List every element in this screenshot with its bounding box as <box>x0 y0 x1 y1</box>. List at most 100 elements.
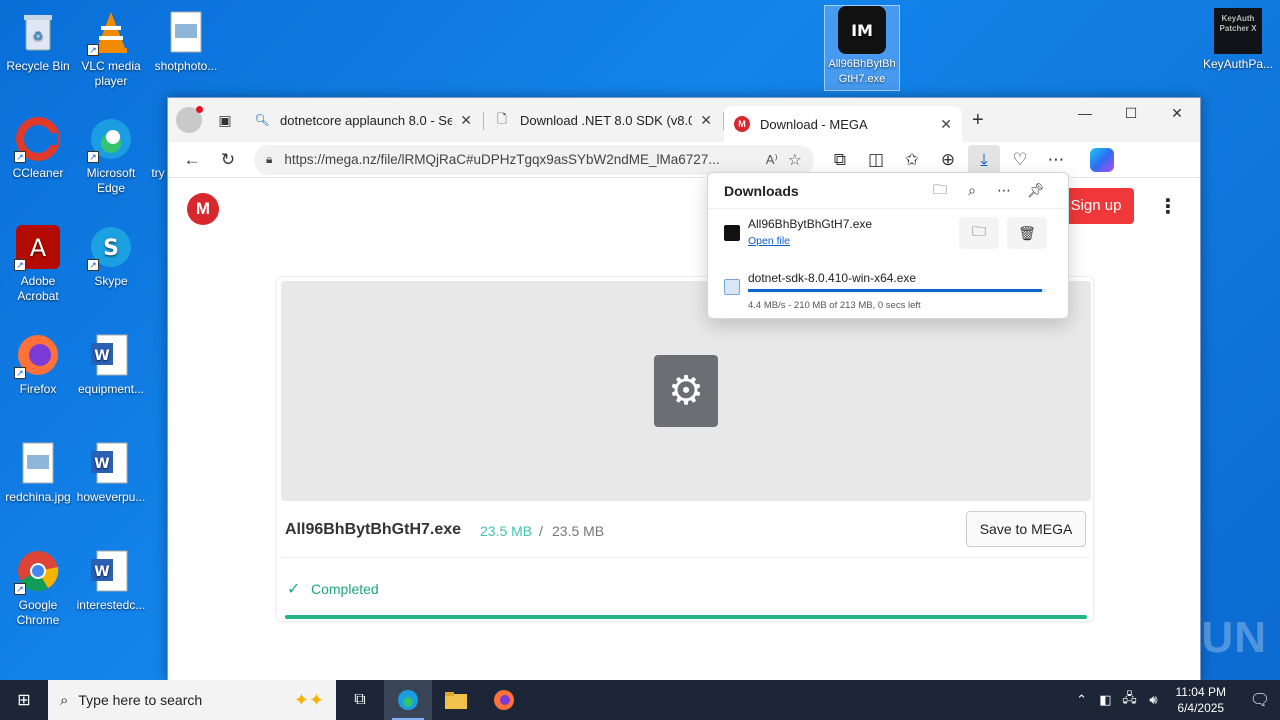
download-progress-bar <box>748 289 1046 292</box>
desktop-icon-label: Adobe Acrobat <box>17 274 59 303</box>
downloads-panel: Downloads 🗀 ⌕ ⋯ 📌︎ All96BhBytBhGtH7.exe … <box>707 172 1069 319</box>
desktop-icon-label: interestedc... <box>76 598 146 612</box>
taskbar-file-explorer-icon[interactable] <box>432 680 480 720</box>
url-text[interactable]: https://mega.nz/file/lRMQjRaC#uDPHzTgqx9… <box>284 152 755 167</box>
lock-icon[interactable]: 🔒︎ <box>266 152 272 167</box>
shortcut-arrow-icon: ↗ <box>14 367 26 379</box>
back-arrow-icon[interactable]: ← <box>176 145 208 175</box>
clock-date: 6/4/2025 <box>1177 701 1225 715</box>
image-file-icon <box>162 8 210 56</box>
divider <box>281 557 1091 558</box>
browser-essentials-icon[interactable]: ♡ <box>1004 145 1036 175</box>
download-file-name: dotnet-sdk-8.0.410-win-x64.exe <box>748 271 917 285</box>
gear-icon: ⚙ <box>654 355 718 427</box>
desktop-icon-howeverpu[interactable]: W howeverpu... <box>73 439 149 505</box>
search-icon[interactable]: ⌕ <box>956 182 988 199</box>
downloads-icon[interactable]: ⤓ <box>968 144 1000 175</box>
save-to-mega-button[interactable]: Save to MEGA <box>966 511 1086 547</box>
desktop-icon-firefox[interactable]: ↗ Firefox <box>0 331 76 397</box>
tab-actions-icon[interactable]: ▣ <box>210 105 240 135</box>
image-file-icon <box>14 439 62 487</box>
close-window-icon[interactable]: ✕ <box>1154 98 1200 128</box>
download-item[interactable]: dotnet-sdk-8.0.410-win-x64.exe 4.4 MB/s … <box>708 263 1068 317</box>
split-screen-icon[interactable]: ◫ <box>860 145 892 175</box>
desktop-icon-chrome[interactable]: ↗ Google Chrome <box>0 547 76 628</box>
desktop-icon-exe-selected[interactable]: IM All96BhBytBhGtH7.exe <box>824 5 900 91</box>
desktop-icon-shotphoto[interactable]: shotphoto... <box>148 8 224 74</box>
show-in-folder-icon[interactable]: 🗀 <box>959 217 999 249</box>
taskbar: ⊞ ⌕ Type here to search ✦✦ ⧉ ⌃ ◧ 🖧︎ 🔊︎ 1… <box>0 680 1280 720</box>
windows-start-icon[interactable]: ⊞ <box>0 680 48 720</box>
favorite-star-icon[interactable]: ☆ <box>788 150 802 170</box>
shortcut-arrow-icon: ↗ <box>87 151 99 163</box>
desktop-icon-label: Firefox <box>19 382 57 396</box>
desktop-icon-keyauth[interactable]: KeyAuth Patcher X KeyAuthPa... <box>1200 8 1276 72</box>
new-tab-button[interactable]: + <box>972 109 984 132</box>
profile-avatar[interactable] <box>176 106 203 133</box>
desktop-icon-recycle-bin[interactable]: ♻ Recycle Bin <box>0 8 76 74</box>
tab-dotnet[interactable]: 🗋 Download .NET 8.0 SDK (v8.0.410 ✕ <box>484 104 724 136</box>
tab-mega[interactable]: M Download - MEGA ✕ <box>724 106 962 142</box>
copilot-icon[interactable] <box>1090 147 1114 172</box>
desktop-icon-label: Skype <box>94 274 128 288</box>
maximize-icon[interactable]: ☐ <box>1108 98 1154 128</box>
download-status: Completed <box>311 581 379 597</box>
taskbar-edge-icon[interactable] <box>384 680 432 720</box>
shortcut-arrow-icon: ↗ <box>87 44 99 56</box>
clock[interactable]: 11:04 PM 6/4/2025 <box>1176 684 1226 716</box>
volume-icon[interactable]: 🔊︎ <box>1142 692 1166 708</box>
mega-logo[interactable]: M <box>187 193 219 225</box>
open-folder-icon[interactable]: 🗀 <box>924 179 956 203</box>
svg-text:S: S <box>103 236 119 261</box>
chevron-up-icon[interactable]: ⌃ <box>1070 692 1094 708</box>
open-file-link[interactable]: Open file <box>748 235 790 247</box>
more-menu-icon[interactable]: ⋯ <box>1040 145 1072 175</box>
extensions-icon[interactable]: ⧉ <box>824 145 856 175</box>
app-exe-icon: IM <box>838 6 886 54</box>
desktop-icon-redchina[interactable]: redchina.jpg <box>0 439 76 505</box>
refresh-icon[interactable]: ↻ <box>212 145 244 175</box>
close-icon[interactable]: ✕ <box>700 112 712 129</box>
download-item[interactable]: All96BhBytBhGtH7.exe Open file 🗀 🗑︎ <box>708 209 1068 263</box>
desktop-icon-label: CCleaner <box>12 166 64 180</box>
collections-icon[interactable]: ⊕ <box>932 145 964 175</box>
progress-fill <box>285 615 1087 619</box>
read-aloud-icon[interactable]: A⁾ <box>766 152 778 168</box>
desktop-icon-edge[interactable]: ↗ Microsoft Edge <box>73 115 149 196</box>
search-highlight-icon: ✦✦ <box>293 689 324 710</box>
desktop-icon-try[interactable]: try <box>148 115 168 181</box>
taskbar-firefox-icon[interactable] <box>480 680 528 720</box>
desktop-icon-vlc[interactable]: ↗ VLC media player <box>73 8 149 89</box>
desktop-icon-skype[interactable]: S ↗ Skype <box>73 223 149 289</box>
more-options-icon[interactable]: ⋯ <box>988 182 1020 199</box>
pin-icon[interactable]: 📌︎ <box>1020 182 1052 199</box>
kebab-menu-icon[interactable]: ⋮ <box>1158 194 1178 219</box>
tab-title: Download - MEGA <box>760 116 868 132</box>
shortcut-arrow-icon: ↗ <box>14 151 26 163</box>
network-icon[interactable]: 🖧︎ <box>1118 689 1142 711</box>
desktop-icon-ccleaner[interactable]: ↗ CCleaner <box>0 115 76 181</box>
minimize-icon[interactable]: — <box>1062 98 1108 128</box>
favorites-icon[interactable]: ✩ <box>896 145 928 175</box>
taskbar-search[interactable]: ⌕ Type here to search ✦✦ <box>48 680 336 720</box>
address-bar[interactable]: 🔒︎ https://mega.nz/file/lRMQjRaC#uDPHzTg… <box>254 144 814 175</box>
delete-icon[interactable]: 🗑︎ <box>1007 217 1047 249</box>
task-view-icon[interactable]: ⧉ <box>336 680 384 720</box>
sign-up-button[interactable]: Sign up <box>1058 188 1134 224</box>
downloads-title: Downloads <box>724 182 799 199</box>
downloads-header: Downloads 🗀 ⌕ ⋯ 📌︎ <box>708 173 1068 209</box>
desktop-icon-label: howeverpu... <box>76 490 146 504</box>
total-size: 23.5 MB <box>552 523 605 539</box>
tray-app-icon[interactable]: ◧ <box>1094 692 1118 708</box>
desktop-icon-acrobat[interactable]: A ↗ Adobe Acrobat <box>0 223 76 304</box>
notification-icon[interactable]: 🗨︎ <box>1240 690 1280 710</box>
tab-search[interactable]: 🔍︎ dotnetcore applaunch 8.0 - Searc ✕ <box>244 104 484 136</box>
svg-text:IM: IM <box>851 21 873 40</box>
desktop-icon-equipment[interactable]: W equipment... <box>73 331 149 397</box>
close-icon[interactable]: ✕ <box>460 112 472 129</box>
keyauth-icon-text: KeyAuth Patcher X <box>1219 14 1257 33</box>
search-icon: ⌕ <box>60 691 69 709</box>
desktop-icon-interestedc[interactable]: W interestedc... <box>73 547 149 613</box>
close-icon[interactable]: ✕ <box>940 116 952 133</box>
downloaded-size: 23.5 MB <box>480 523 533 539</box>
